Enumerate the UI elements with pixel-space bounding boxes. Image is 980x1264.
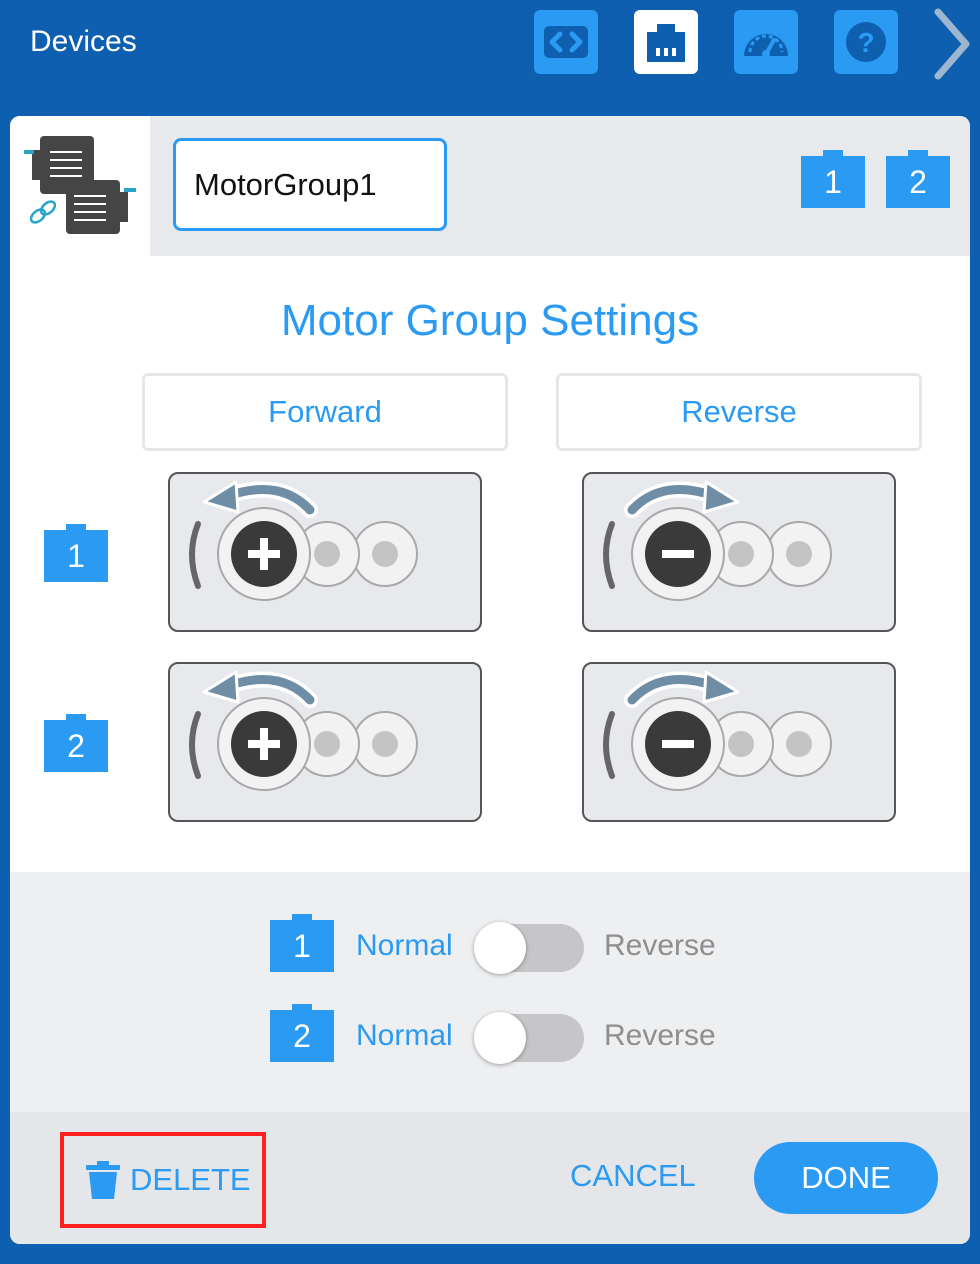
- top-bar: Devices ?: [0, 0, 980, 96]
- delete-label: DELETE: [130, 1162, 251, 1197]
- header-port-2: 2: [886, 150, 950, 208]
- motor-1-forward-card[interactable]: [168, 472, 482, 632]
- motor-1-reverse-card[interactable]: [582, 472, 896, 632]
- dashboard-button[interactable]: [734, 10, 798, 74]
- help-icon: ?: [846, 22, 886, 62]
- svg-text:?: ?: [857, 27, 874, 58]
- help-button[interactable]: ?: [834, 10, 898, 74]
- trash-icon: [86, 1161, 120, 1199]
- option-1-direction-toggle[interactable]: [474, 922, 584, 974]
- devices-button[interactable]: [634, 10, 698, 74]
- option-1-reverse-label: Reverse: [604, 929, 716, 962]
- chevron-right-icon[interactable]: [926, 6, 978, 82]
- forward-button[interactable]: Forward: [142, 373, 508, 451]
- row-port-1: 1: [44, 524, 108, 582]
- motor-reverse-icon: [603, 670, 832, 791]
- settings-title: Motor Group Settings: [280, 296, 700, 345]
- motor-group-icon: [10, 116, 150, 256]
- row-port-2: 2: [44, 714, 108, 772]
- dashboard-gauge-icon: [744, 34, 788, 58]
- page-title: Devices: [30, 25, 137, 58]
- group-name-input[interactable]: [173, 138, 447, 231]
- motor-2-forward-card[interactable]: [168, 662, 482, 822]
- option-2-direction-toggle[interactable]: [474, 1012, 584, 1064]
- motor-reverse-icon: [603, 480, 832, 601]
- header-port-1: 1: [801, 150, 865, 208]
- option-1-normal-label: Normal: [356, 929, 453, 962]
- option-2-normal-label: Normal: [356, 1019, 453, 1052]
- direction-options: 1 Normal Reverse 2 Normal Reverse: [10, 872, 970, 1112]
- done-button[interactable]: DONE: [754, 1142, 938, 1214]
- motor-2-reverse-card[interactable]: [582, 662, 896, 822]
- reverse-button[interactable]: Reverse: [556, 373, 922, 451]
- option-port-2: 2: [270, 1004, 334, 1062]
- code-icon: [544, 26, 588, 58]
- option-port-1: 1: [270, 914, 334, 972]
- motor-forward-icon: [189, 480, 418, 601]
- cancel-button[interactable]: CANCEL: [570, 1156, 696, 1196]
- dialog-header: 1 2: [10, 116, 970, 256]
- motor-group-dialog: 1 2 Motor Group Settings Forward Reverse…: [10, 116, 970, 1244]
- delete-button[interactable]: DELETE: [60, 1132, 266, 1228]
- motor-forward-icon: [189, 670, 418, 791]
- option-2-reverse-label: Reverse: [604, 1019, 716, 1052]
- brain-port-icon: [647, 24, 685, 62]
- code-button[interactable]: [534, 10, 598, 74]
- dialog-footer: DELETE CANCEL DONE: [10, 1112, 970, 1244]
